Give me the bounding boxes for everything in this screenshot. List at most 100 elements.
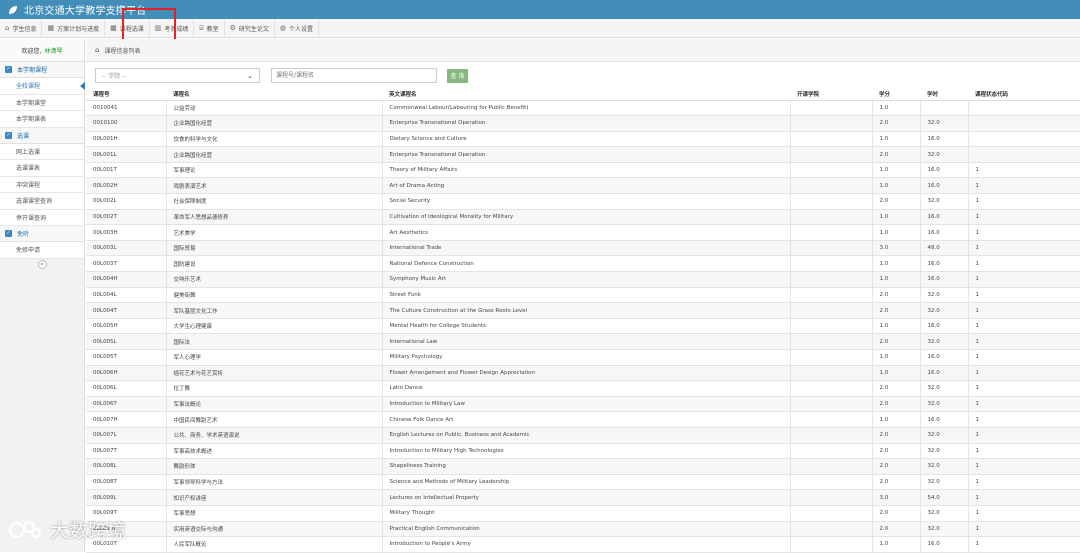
nav-plan-progress[interactable]: ▦ 方案计划与进度	[42, 19, 106, 37]
table-cell: Commonweal Labour(Labouring for Public B…	[382, 100, 791, 117]
table-cell	[790, 255, 873, 273]
table-row[interactable]: 00L007L 公共、商务、学术英语演说 English Lectures on P…	[86, 427, 1080, 444]
table-cell: 2.0	[872, 443, 921, 460]
table-cell: 1	[968, 380, 1080, 397]
table-row[interactable]: 00L004T 军队基层文化工作 The Culture Construction …	[86, 302, 1080, 319]
globe-icon: ◍	[279, 24, 287, 32]
table-cell: 2.0	[872, 505, 921, 522]
sidebar-item-term-classes[interactable]: 本学期课堂	[0, 94, 84, 111]
table-cell: 1	[968, 193, 1080, 210]
query-button[interactable]: 查 询	[447, 68, 468, 83]
sidebar-item-class-query[interactable]: 选课课堂查询	[0, 193, 84, 210]
sidebar-group-selection[interactable]: ✓ 选课	[0, 127, 84, 144]
table-cell: 交响乐艺术	[166, 271, 383, 288]
table-cell: 人民军队概论	[166, 536, 383, 553]
table-cell: 00L003L	[86, 240, 167, 257]
college-select[interactable]: -- 学院 -- ⌄	[95, 68, 260, 83]
sidebar-item-conflict-courses[interactable]: 冲突课程	[0, 176, 84, 193]
table-row[interactable]: 00L006H 插花艺术与花艺赏析 Flower Arrangement and F…	[86, 365, 1080, 382]
collapse-icon[interactable]: «	[37, 259, 47, 269]
table-row[interactable]: 00L003T 国防建设 National Defence Construction…	[86, 255, 1080, 273]
sidebar-item-online-selection[interactable]: 网上选课	[0, 143, 84, 160]
table-row[interactable]: 00L009L 知识产权讲座 Lectures on Intellectual Pr…	[86, 489, 1080, 506]
table-cell: 32.0	[920, 521, 969, 538]
table-row[interactable]: 00L005T 军人心理学 Military Psychology 1.0 16.0 1	[86, 349, 1080, 366]
table-row[interactable]: 00L009T 军事思想 Military Thought 2.0 32.0 1	[86, 505, 1080, 522]
table-row[interactable]: 00L001T 军事理论 Theory of Military Affairs 1.0…	[86, 162, 1080, 179]
nav-classroom[interactable]: ⌸ 教室	[194, 19, 225, 37]
table-row[interactable]: 00L008L 舞韵形体 Shapeliness Training 2.0 32.0 1	[86, 458, 1080, 475]
table-row[interactable]: 00L008T 军事领导科学与方法 Science and Methods of M…	[86, 474, 1080, 491]
nav-student-info[interactable]: ⌂ 学生信息	[0, 19, 43, 37]
table-row[interactable]: 00L003H 艺术美学 Art Aesthetics 1.0 16.0 1	[86, 224, 1080, 241]
sidebar-item-all-courses[interactable]: 全校课程	[0, 78, 85, 95]
table-cell: 1	[968, 521, 1080, 538]
table-cell: Introduction to People's Army	[382, 536, 791, 553]
sidebar-collapse[interactable]: «	[0, 259, 84, 270]
table-cell: 1	[968, 396, 1080, 413]
table-row[interactable]: 00L007T 军事高技术概述 Introduction to Military H…	[86, 443, 1080, 460]
nav-personal-settings[interactable]: ◍ 个人设置	[275, 19, 320, 37]
table-cell: 2.0	[872, 396, 921, 413]
table-cell: 32.0	[920, 146, 969, 163]
table-row[interactable]: 00L002H 戏剧表演艺术 Art of Drama Acting 1.0 16.0 1	[86, 177, 1080, 195]
table-cell: 2.0	[872, 115, 921, 132]
table-cell: Introduction to Military Law	[382, 396, 791, 413]
table-row[interactable]: 00L004L 健美街舞 Street Funk 2.0 32.0 1	[86, 287, 1080, 304]
sidebar-item-selection-timetable[interactable]: 选课课表	[0, 160, 84, 177]
table-row[interactable]: 00L006L 拉丁舞 Latin Dance 2.0 32.0 1	[86, 380, 1080, 397]
table-row[interactable]: 00L004H 交响乐艺术 Symphony Music Art 1.0 16.0 1	[86, 271, 1080, 288]
table-cell	[790, 489, 873, 506]
sidebar-item-term-timetable[interactable]: 本学期课表	[0, 111, 84, 128]
table-cell: 2.0	[872, 521, 921, 538]
table-cell: National Defence Construction	[382, 255, 791, 273]
sidebar-item-exemption-apply[interactable]: 免修申请	[0, 242, 84, 259]
home-icon[interactable]: ⌂	[95, 46, 99, 54]
table-cell: 1	[968, 411, 1080, 428]
table-cell: Flower Arrangement and Flower Design App…	[382, 365, 791, 382]
checkbox-icon: ✓	[5, 230, 12, 237]
table-cell: Lectures on Intellectual Property	[382, 489, 791, 506]
table-row[interactable]: 0010041 公益劳动 Commonweal Labour(Labouring f…	[86, 100, 1080, 117]
table-cell: 32.0	[920, 443, 969, 460]
table-row[interactable]: 00L002L 社会保障制度 Social Security 2.0 32.0 1	[86, 193, 1080, 210]
table-cell: 00L007T	[86, 443, 167, 460]
table-row[interactable]: 00L003L 国际贸易 International Trade 3.0 48.0 1	[86, 240, 1080, 257]
table-cell: 00L008L	[86, 458, 167, 475]
sidebar-item-cancelled-query[interactable]: 停开课查询	[0, 209, 84, 226]
breadcrumb: ⌂ 课程信息列表	[86, 39, 1080, 62]
table-cell: 00L003T	[86, 255, 167, 273]
course-search-input[interactable]	[271, 68, 437, 83]
table-cell	[790, 177, 873, 195]
nav-grad-thesis[interactable]: ⚙ 研究生论文	[225, 19, 275, 37]
table-cell: 1	[968, 302, 1080, 319]
table-row[interactable]: 00L001H 饮食的科学与文化 Dietary Science and Cultu…	[86, 131, 1080, 148]
table-cell: 2.0	[872, 146, 921, 163]
table-cell: Enterprise Transnational Operation	[382, 146, 791, 163]
table-row[interactable]: 00L001L 企业跨国化经营 Enterprise Transnational O…	[86, 146, 1080, 163]
table-row[interactable]: 00L006T 军事法概论 Introduction to Military Law…	[86, 396, 1080, 413]
table-cell: 1.0	[872, 177, 921, 195]
chevron-down-icon: ⌄	[247, 71, 253, 80]
table-cell: 革命军人思想品德修养	[166, 209, 383, 226]
table-cell	[790, 224, 873, 241]
checkbox-icon: ✓	[5, 66, 12, 73]
table-row[interactable]: 00L010T 人民军队概论 Introduction to People's Ar…	[86, 536, 1080, 553]
table-cell	[790, 396, 873, 413]
table-cell	[790, 349, 873, 366]
table-row[interactable]: 00L005L 国际法 International Law 2.0 32.0 1	[86, 333, 1080, 350]
table-row[interactable]: 0010100 企业跨国化经营 Enterprise Transnational O…	[86, 115, 1080, 132]
sidebar-group-current-courses[interactable]: ✓ 本学期课程	[0, 62, 84, 78]
table-cell: 1	[968, 318, 1080, 335]
table-cell: 公益劳动	[166, 100, 383, 117]
table-row[interactable]: 00L010L 实用英语交际与沟通 Practical English Commun…	[86, 521, 1080, 538]
table-row[interactable]: 00L002T 革命军人思想品德修养 Cultivation of Ideologi…	[86, 209, 1080, 226]
table-cell: 军事思想	[166, 505, 383, 522]
table-cell: 中国民间舞蹈艺术	[166, 411, 383, 428]
sidebar-group-exemption[interactable]: ✓ 免听	[0, 226, 84, 242]
table-cell	[790, 115, 873, 132]
table-cell: 军事高技术概述	[166, 443, 383, 460]
table-cell: 国际贸易	[166, 240, 383, 257]
table-row[interactable]: 00L005H 大学生心理健康 Mental Health for College …	[86, 318, 1080, 335]
table-row[interactable]: 00L007H 中国民间舞蹈艺术 Chinese Folk Dance Art 1.0…	[86, 411, 1080, 428]
